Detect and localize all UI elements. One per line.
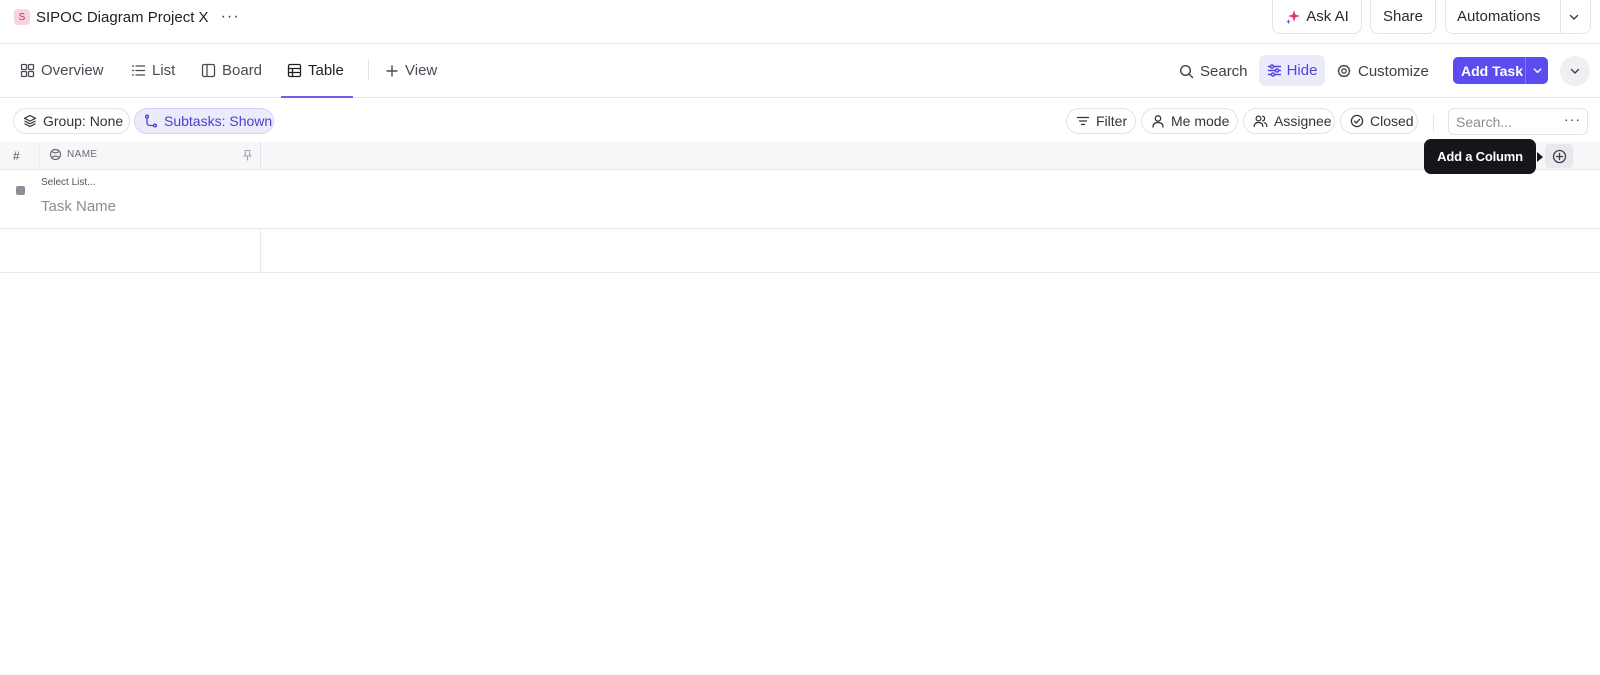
search-icon — [1179, 64, 1200, 79]
plus-icon — [385, 64, 405, 78]
chevron-down-icon[interactable] — [1568, 11, 1580, 23]
filter-chip[interactable]: Filter — [1066, 108, 1136, 134]
project-avatar: S — [14, 9, 30, 25]
user-icon — [1151, 114, 1171, 128]
overview-icon — [20, 63, 41, 78]
hide-button[interactable]: Hide — [1259, 55, 1325, 86]
tab-table-label: Table — [308, 62, 344, 79]
ask-ai-label: Ask AI — [1306, 8, 1349, 25]
filter-icon — [1076, 114, 1096, 128]
view-bar: Overview List Board Table View Search Hi… — [0, 44, 1600, 98]
group-by-label: Group: None — [43, 113, 124, 129]
column-divider — [260, 229, 261, 272]
add-view-label: View — [405, 62, 438, 79]
project-more-icon[interactable]: ··· — [221, 9, 240, 25]
search-button[interactable]: Search — [1179, 57, 1248, 85]
tooltip-arrow — [1537, 152, 1543, 162]
add-column-tooltip: Add a Column — [1424, 139, 1536, 174]
status-square-icon[interactable] — [16, 186, 25, 195]
chevron-down-icon[interactable] — [1526, 65, 1548, 76]
column-header-name[interactable]: NAME — [49, 148, 98, 161]
project-title[interactable]: S SIPOC Diagram Project X ··· — [14, 7, 240, 27]
automations-divider — [1560, 0, 1561, 33]
layers-icon — [23, 114, 43, 128]
name-column-divider[interactable] — [260, 142, 261, 170]
list-icon — [131, 63, 152, 78]
share-label: Share — [1382, 8, 1424, 25]
assignee-chip[interactable]: Assignee — [1243, 108, 1335, 134]
tab-overview-label: Overview — [41, 62, 104, 79]
subtasks-label: Subtasks: Shown — [164, 113, 273, 129]
add-task-label: Add Task — [1461, 62, 1523, 79]
new-task-row: Select List... — [0, 170, 1600, 229]
more-options-icon[interactable]: ··· — [1564, 112, 1581, 126]
sparkle-icon — [1285, 9, 1306, 25]
hide-label: Hide — [1286, 62, 1318, 79]
table-row — [0, 229, 1600, 273]
add-task-button[interactable]: Add Task — [1453, 57, 1548, 84]
add-column-button[interactable] — [1545, 144, 1573, 168]
tab-divider — [368, 60, 369, 80]
ask-ai-button[interactable]: Ask AI — [1272, 0, 1362, 34]
tab-board[interactable]: Board — [201, 44, 262, 97]
gear-icon — [1336, 63, 1358, 79]
closed-chip[interactable]: Closed — [1340, 108, 1418, 134]
subtasks-chip[interactable]: Subtasks: Shown — [134, 108, 274, 134]
top-bar: S SIPOC Diagram Project X ··· Ask AI Sha… — [0, 0, 1600, 44]
sliders-icon — [1267, 63, 1287, 78]
filter-label: Filter — [1096, 113, 1128, 129]
check-circle-icon — [1350, 114, 1370, 128]
tab-overview[interactable]: Overview — [20, 44, 104, 97]
tab-board-label: Board — [222, 62, 263, 79]
automations-button[interactable]: Automations — [1445, 0, 1591, 34]
name-column-icon — [49, 148, 67, 161]
table-header: # NAME — [0, 142, 1600, 170]
table-icon — [287, 63, 308, 78]
column-header-name-label: NAME — [67, 149, 98, 160]
project-name[interactable]: SIPOC Diagram Project X — [36, 9, 209, 26]
plus-circle-icon — [1552, 149, 1567, 164]
board-icon — [201, 63, 222, 78]
chevron-down-icon — [1569, 65, 1581, 77]
subtasks-icon — [144, 114, 164, 128]
share-button[interactable]: Share — [1370, 0, 1436, 34]
select-list-dropdown[interactable]: Select List... — [41, 177, 95, 188]
task-name-input[interactable] — [41, 195, 441, 217]
closed-label: Closed — [1370, 113, 1414, 129]
filter-bar: Group: None Subtasks: Shown Filter Me mo… — [0, 98, 1600, 142]
column-divider — [39, 142, 40, 170]
pin-icon[interactable] — [241, 149, 254, 162]
me-mode-label: Me mode — [1171, 113, 1230, 129]
column-header-number: # — [13, 149, 20, 163]
me-mode-chip[interactable]: Me mode — [1141, 108, 1238, 134]
tab-list[interactable]: List — [131, 44, 175, 97]
tab-list-label: List — [152, 62, 176, 79]
tab-table[interactable]: Table — [281, 44, 353, 98]
customize-label: Customize — [1358, 62, 1429, 80]
assignee-label: Assignee — [1274, 113, 1332, 129]
search-label: Search — [1200, 62, 1248, 80]
add-view-button[interactable]: View — [385, 44, 437, 97]
filter-divider — [1433, 114, 1434, 132]
group-by-chip[interactable]: Group: None — [13, 108, 130, 134]
collapse-toolbar-button[interactable] — [1560, 56, 1590, 86]
automations-label: Automations — [1457, 8, 1541, 25]
customize-button[interactable]: Customize — [1336, 57, 1429, 85]
users-icon — [1253, 114, 1274, 128]
